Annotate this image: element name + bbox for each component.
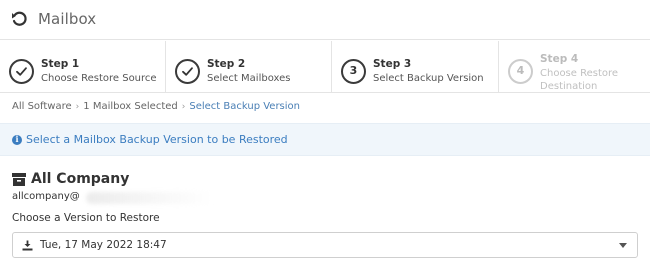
check-icon: [16, 67, 27, 76]
caret-down-icon: [619, 243, 627, 248]
undo-arrow-icon[interactable]: [10, 10, 28, 28]
step-4-number: 4: [516, 64, 525, 77]
step-1[interactable]: Step 1 Choose Restore Source: [0, 41, 166, 93]
breadcrumb-item-current: Select Backup Version: [189, 101, 300, 112]
app-header: Mailbox: [0, 0, 650, 40]
company-email: allcompany@: [12, 191, 80, 202]
step-1-circle: [9, 59, 34, 84]
chevron-right-icon: ›: [75, 102, 80, 112]
wizard-steps: Step 1 Choose Restore Source Step 2 Sele…: [0, 41, 650, 93]
breadcrumb-item-mailbox-selected[interactable]: 1 Mailbox Selected: [83, 101, 177, 112]
chevron-right-icon: ›: [181, 102, 186, 112]
step-2[interactable]: Step 2 Select Mailboxes: [166, 41, 332, 93]
info-icon: i: [12, 134, 22, 145]
step-2-label: Step 2: [207, 58, 246, 70]
step-1-sub: Choose Restore Source: [41, 73, 157, 84]
step-4-sub: Choose Restore Destination: [540, 68, 619, 92]
step-2-circle: [175, 59, 200, 84]
version-select[interactable]: Tue, 17 May 2022 18:47: [12, 232, 638, 258]
step-4-label: Step 4: [540, 53, 579, 65]
check-icon: [182, 67, 193, 76]
version-label: Choose a Version to Restore: [12, 212, 160, 224]
step-4-circle: 4: [508, 59, 533, 84]
info-banner: i Select a Mailbox Backup Version to be …: [0, 123, 650, 156]
page-title: Mailbox: [38, 10, 97, 28]
step-3-number: 3: [349, 64, 358, 77]
step-3[interactable]: 3 Step 3 Select Backup Version: [332, 41, 499, 93]
step-3-sub: Select Backup Version: [373, 73, 484, 84]
redacted-email-blur: [86, 192, 216, 204]
company-name: All Company: [31, 171, 130, 187]
step-3-circle: 3: [341, 59, 366, 84]
step-1-label: Step 1: [41, 58, 80, 70]
download-icon: [22, 240, 33, 251]
breadcrumb: All Software › 1 Mailbox Selected › Select B…: [12, 101, 300, 112]
step-3-label: Step 3: [373, 58, 412, 70]
version-select-value: Tue, 17 May 2022 18:47: [40, 239, 167, 251]
archive-icon: [12, 173, 26, 186]
info-banner-text: Select a Mailbox Backup Version to be Re…: [26, 133, 288, 146]
breadcrumb-item-all-software[interactable]: All Software: [12, 101, 72, 112]
step-2-sub: Select Mailboxes: [207, 73, 291, 84]
step-4: 4 Step 4 Choose Restore Destination: [499, 41, 650, 93]
